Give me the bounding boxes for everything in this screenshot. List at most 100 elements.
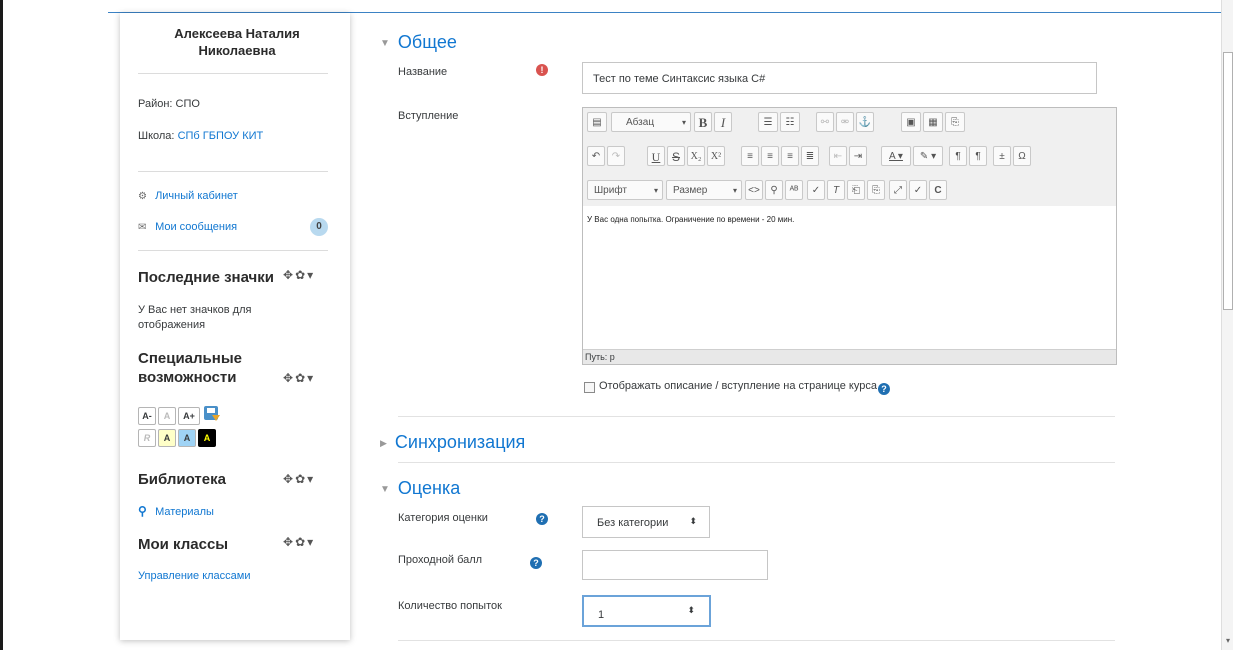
intro-editor[interactable]: ▤ Абзац ▾ B I ☰ ☷ ⚯ ⚮ ⚓ ▣ ▦ ⎘ ↶ ↷ U S X₂ … xyxy=(582,107,1117,365)
paste-text-icon[interactable]: ⎗ xyxy=(847,180,865,200)
hr-icon[interactable]: ± xyxy=(993,146,1011,166)
gear-icon[interactable]: ✿ xyxy=(295,472,307,486)
district-value: СПО xyxy=(175,98,200,110)
move-icon[interactable]: ✥ xyxy=(283,472,295,486)
move-icon[interactable]: ✥ xyxy=(283,268,295,282)
find-icon[interactable]: ⚲ xyxy=(765,180,783,200)
section-general-title[interactable]: Общее xyxy=(398,32,457,52)
justify-icon[interactable]: ≣ xyxy=(801,146,819,166)
gear-icon[interactable]: ✿ xyxy=(295,371,307,385)
page-scrollbar[interactable]: ▾ xyxy=(1221,0,1233,650)
chevron-down-icon: ▾ xyxy=(681,118,686,127)
source-icon[interactable]: ▤ xyxy=(587,112,607,132)
anchor-icon[interactable]: ⚓ xyxy=(856,112,874,132)
accessibility-block-controls[interactable]: ✥✿▾ xyxy=(283,371,315,385)
help-icon[interactable]: ? xyxy=(530,557,542,569)
classes-block-controls[interactable]: ✥✿▾ xyxy=(283,535,315,549)
scheme-blue-button[interactable]: A xyxy=(178,429,196,447)
section-grade-header[interactable]: ▼ Оценка xyxy=(380,478,460,499)
help-icon[interactable]: ? xyxy=(878,383,890,395)
scrollbar-thumb[interactable] xyxy=(1223,52,1233,310)
help-icon[interactable]: ? xyxy=(536,513,548,525)
pass-grade-input[interactable] xyxy=(582,550,768,580)
increase-text-button[interactable]: A+ xyxy=(178,407,200,425)
accessibility-check-icon[interactable]: C xyxy=(929,180,947,200)
nav-cabinet[interactable]: ⚙ Личный кабинет xyxy=(138,190,238,202)
save-settings-icon[interactable] xyxy=(202,405,222,423)
indent-icon[interactable]: ⇥ xyxy=(849,146,867,166)
paste-word-icon[interactable]: ⎘ xyxy=(867,180,885,200)
unlink-icon[interactable]: ⚮ xyxy=(836,112,854,132)
badges-block-controls[interactable]: ✥✿▾ xyxy=(283,268,315,282)
school-link[interactable]: СПб ГБПОУ КИТ xyxy=(178,130,264,142)
library-block-controls[interactable]: ✥✿▾ xyxy=(283,472,315,486)
intro-label: Вступление xyxy=(398,110,459,122)
gear-icon[interactable]: ✿ xyxy=(295,268,307,282)
nav-messages-label[interactable]: Мои сообщения xyxy=(155,221,237,233)
nav-messages[interactable]: ✉ Мои сообщения xyxy=(138,221,237,233)
image-icon[interactable]: ▣ xyxy=(901,112,921,132)
grade-category-select[interactable]: Без категории ⬍ xyxy=(582,506,710,538)
fullscreen-icon[interactable]: ⤢ xyxy=(889,180,907,200)
align-left-icon[interactable]: ≡ xyxy=(741,146,759,166)
size-select[interactable]: Размер ▾ xyxy=(666,180,742,200)
classes-block-title: Мои классы xyxy=(138,536,229,553)
special-char-icon[interactable]: Ω xyxy=(1013,146,1031,166)
nav-cabinet-label[interactable]: Личный кабинет xyxy=(155,190,238,202)
strikethrough-icon[interactable]: S xyxy=(667,146,685,166)
link-icon[interactable]: ⚯ xyxy=(816,112,834,132)
library-materials-link[interactable]: Материалы xyxy=(155,506,214,518)
subscript-icon[interactable]: X₂ xyxy=(687,146,705,166)
align-center-icon[interactable]: ≡ xyxy=(761,146,779,166)
undo-icon[interactable]: ↶ xyxy=(587,146,605,166)
decrease-text-button[interactable]: A- xyxy=(138,407,156,425)
code-icon[interactable]: <> xyxy=(745,180,763,200)
replace-icon[interactable]: ᴬᴮ xyxy=(785,180,803,200)
align-right-icon[interactable]: ≡ xyxy=(781,146,799,166)
section-grade-title[interactable]: Оценка xyxy=(398,478,460,498)
name-input[interactable]: Тест по теме Синтаксис языка C# xyxy=(582,62,1097,94)
library-materials-row[interactable]: ⚲ Материалы xyxy=(138,504,214,518)
format-select[interactable]: Абзац ▾ xyxy=(611,112,691,132)
chevron-down-icon[interactable]: ▾ xyxy=(307,268,315,282)
superscript-icon[interactable]: X² xyxy=(707,146,725,166)
scheme-black-button[interactable]: A xyxy=(198,429,216,447)
redo-icon[interactable]: ↷ xyxy=(607,146,625,166)
spellcheck-icon[interactable]: ✓ xyxy=(909,180,927,200)
show-description-checkbox[interactable] xyxy=(584,382,595,393)
ltr-icon[interactable]: ¶ xyxy=(949,146,967,166)
reset-colour-button[interactable]: R xyxy=(138,429,156,447)
scroll-down-icon[interactable]: ▾ xyxy=(1223,636,1233,648)
font-select[interactable]: Шрифт ▾ xyxy=(587,180,663,200)
section-sync-header[interactable]: ▶ Синхронизация xyxy=(380,432,525,453)
remove-format-icon[interactable]: T xyxy=(827,180,845,200)
move-icon[interactable]: ✥ xyxy=(283,535,295,549)
bold-icon[interactable]: B xyxy=(694,112,712,132)
chevron-down-icon[interactable]: ▾ xyxy=(307,371,315,385)
editor-content[interactable]: У Вас одна попытка. Ограничение по време… xyxy=(587,215,794,224)
section-general-header[interactable]: ▼ Общее xyxy=(380,32,457,53)
rtl-icon[interactable]: ¶ xyxy=(969,146,987,166)
manage-classes-link[interactable]: Управление классами xyxy=(138,570,251,582)
underline-icon[interactable]: U xyxy=(647,146,665,166)
attempts-select[interactable]: 1 ⬍ xyxy=(582,595,711,627)
bullet-list-icon[interactable]: ☰ xyxy=(758,112,778,132)
outdent-icon[interactable]: ⇤ xyxy=(829,146,847,166)
section-sync-title[interactable]: Синхронизация xyxy=(395,432,525,452)
numbered-list-icon[interactable]: ☷ xyxy=(780,112,800,132)
move-icon[interactable]: ✥ xyxy=(283,371,295,385)
text-color-icon[interactable]: A ▾ xyxy=(881,146,911,166)
reset-text-button[interactable]: A xyxy=(158,407,176,425)
italic-icon[interactable]: I xyxy=(714,112,732,132)
clean-icon[interactable]: ✓ xyxy=(807,180,825,200)
chevron-down-icon[interactable]: ▾ xyxy=(307,472,315,486)
gear-icon[interactable]: ✿ xyxy=(295,535,307,549)
highlight-color-icon[interactable]: ✎ ▾ xyxy=(913,146,943,166)
media-icon[interactable]: ▦ xyxy=(923,112,943,132)
chevron-down-icon[interactable]: ▾ xyxy=(307,535,315,549)
chevron-down-icon[interactable]: ▼ xyxy=(380,38,390,49)
scheme-yellow-button[interactable]: A xyxy=(158,429,176,447)
paste-icon[interactable]: ⎘ xyxy=(945,112,965,132)
chevron-right-icon[interactable]: ▶ xyxy=(380,438,387,448)
chevron-down-icon[interactable]: ▼ xyxy=(380,484,390,495)
